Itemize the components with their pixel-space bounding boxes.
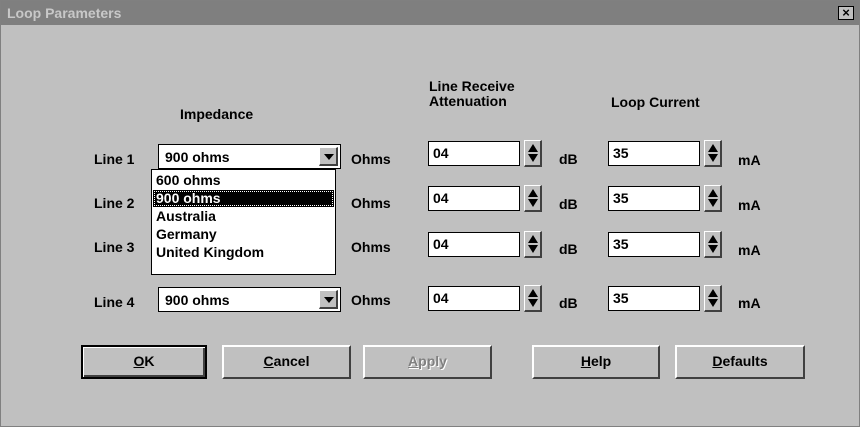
current-value: 35 [613, 145, 629, 161]
attenuation-input[interactable]: 04 [428, 186, 520, 211]
ok-mnemonic: O [133, 353, 145, 369]
current-input[interactable]: 35 [608, 232, 700, 257]
impedance-dropdown-list[interactable]: 600 ohms 900 ohms Australia Germany Unit… [151, 169, 336, 275]
line-label: Line 4 [94, 294, 135, 310]
chevron-down-icon [324, 297, 334, 303]
title-bar[interactable]: Loop Parameters × [1, 1, 859, 25]
current-spinner[interactable] [704, 231, 722, 258]
cancel-label: ancel [273, 353, 310, 369]
defaults-mnemonic: D [712, 353, 723, 369]
current-input[interactable]: 35 [608, 286, 700, 311]
current-input[interactable]: 35 [608, 141, 700, 166]
attenuation-value: 04 [433, 290, 449, 306]
help-mnemonic: H [580, 353, 591, 369]
line-label: Line 3 [94, 239, 135, 255]
close-button[interactable]: × [838, 6, 854, 20]
help-button[interactable]: Help [532, 345, 660, 379]
spin-down-icon [708, 199, 718, 207]
spin-down-icon [708, 299, 718, 307]
spin-up-icon [708, 235, 718, 243]
line-label: Line 1 [94, 151, 135, 167]
attenuation-unit: dB [559, 196, 578, 212]
spin-down-icon [528, 245, 538, 253]
help-label: elp [590, 353, 612, 369]
spin-down-icon [708, 245, 718, 253]
attenuation-value: 04 [433, 145, 449, 161]
loop-current-header: Loop Current [611, 94, 700, 110]
attenuation-unit: dB [559, 241, 578, 257]
ok-button[interactable]: OK [81, 345, 207, 379]
attenuation-spinner[interactable] [524, 231, 542, 258]
current-input[interactable]: 35 [608, 186, 700, 211]
spin-down-icon [528, 199, 538, 207]
impedance-header: Impedance [180, 106, 254, 122]
spin-up-icon [708, 289, 718, 297]
current-spinner[interactable] [704, 285, 722, 312]
spin-up-icon [528, 289, 538, 297]
dropdown-option[interactable]: Germany [153, 226, 334, 243]
current-unit: mA [738, 242, 761, 258]
apply-label: pply [418, 353, 447, 369]
cancel-button[interactable]: Cancel [222, 345, 351, 379]
close-icon: × [842, 5, 850, 20]
attenuation-spinner[interactable] [524, 285, 542, 312]
apply-mnemonic: A [408, 353, 419, 369]
spin-up-icon [528, 235, 538, 243]
spin-up-icon [528, 144, 538, 152]
window-title: Loop Parameters [7, 5, 122, 21]
impedance-unit: Ohms [351, 195, 391, 211]
impedance-combo[interactable]: 900 ohms [158, 144, 341, 169]
spin-down-icon [528, 154, 538, 162]
current-unit: mA [738, 152, 761, 168]
dropdown-option-selected[interactable]: 900 ohms [153, 190, 334, 207]
impedance-unit: Ohms [351, 151, 391, 167]
spin-up-icon [528, 189, 538, 197]
spin-down-icon [528, 299, 538, 307]
current-spinner[interactable] [704, 185, 722, 212]
loop-parameters-dialog: Loop Parameters × Impedance Line Receive… [0, 0, 860, 427]
defaults-button[interactable]: Defaults [675, 345, 805, 379]
spin-down-icon [708, 154, 718, 162]
impedance-value: 900 ohms [165, 149, 230, 165]
attenuation-value: 04 [433, 190, 449, 206]
attenuation-spinner[interactable] [524, 140, 542, 167]
impedance-combo[interactable]: 900 ohms [158, 287, 341, 312]
line-label: Line 2 [94, 195, 135, 211]
current-unit: mA [738, 197, 761, 213]
defaults-label: efaults [722, 353, 768, 369]
dropdown-option[interactable]: United Kingdom [153, 244, 334, 261]
cancel-mnemonic: C [263, 353, 274, 369]
current-value: 35 [613, 290, 629, 306]
current-unit: mA [738, 295, 761, 311]
apply-button[interactable]: Apply [363, 345, 492, 379]
impedance-unit: Ohms [351, 239, 391, 255]
attenuation-input[interactable]: 04 [428, 141, 520, 166]
attenuation-unit: dB [559, 295, 578, 311]
dropdown-button[interactable] [319, 147, 338, 166]
impedance-unit: Ohms [351, 292, 391, 308]
current-spinner[interactable] [704, 140, 722, 167]
current-value: 35 [613, 236, 629, 252]
ok-label: K [144, 353, 155, 369]
dropdown-option[interactable]: 600 ohms [153, 172, 334, 189]
attenuation-spinner[interactable] [524, 185, 542, 212]
current-value: 35 [613, 190, 629, 206]
attenuation-value: 04 [433, 236, 449, 252]
impedance-value: 900 ohms [165, 292, 230, 308]
attenuation-input[interactable]: 04 [428, 286, 520, 311]
dropdown-button[interactable] [319, 290, 338, 309]
spin-up-icon [708, 144, 718, 152]
chevron-down-icon [324, 154, 334, 160]
attenuation-header-line1: Line Receive [429, 78, 515, 94]
attenuation-unit: dB [559, 151, 578, 167]
attenuation-input[interactable]: 04 [428, 232, 520, 257]
dropdown-option[interactable]: Australia [153, 208, 334, 225]
attenuation-header-line2: Attenuation [429, 93, 507, 109]
spin-up-icon [708, 189, 718, 197]
